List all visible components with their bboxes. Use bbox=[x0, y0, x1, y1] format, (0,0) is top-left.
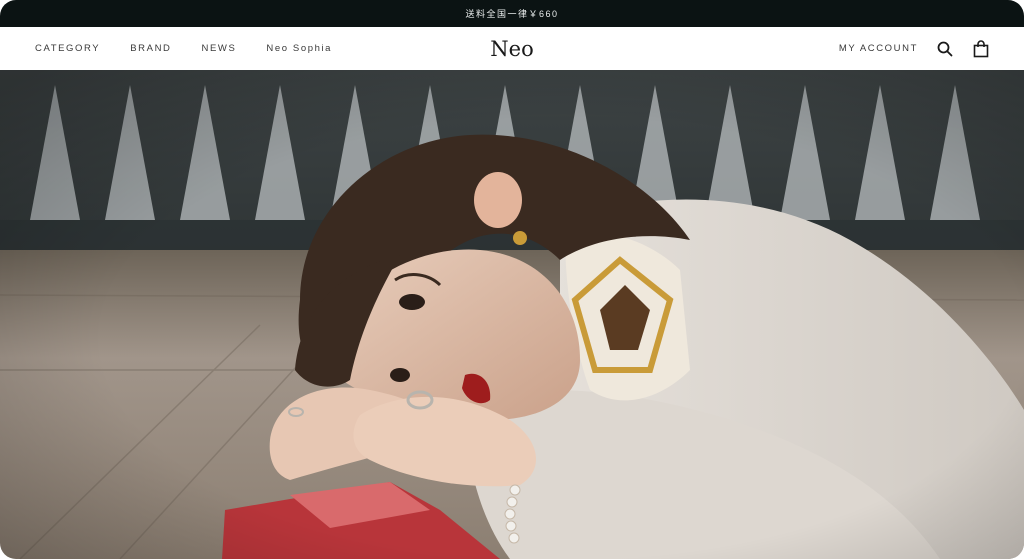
shopping-bag-icon[interactable] bbox=[972, 39, 990, 58]
header-actions: MY ACCOUNT bbox=[839, 27, 990, 70]
nav-item-category[interactable]: CATEGORY bbox=[35, 43, 100, 54]
nav-item-brand[interactable]: BRAND bbox=[130, 43, 171, 54]
hero-banner[interactable] bbox=[0, 70, 1024, 559]
shopping-bag-icon-graphic bbox=[973, 39, 989, 57]
hero-photo bbox=[0, 70, 1024, 559]
page-frame: 送料全国一律￥660 CATEGORY BRAND NEWS Neo Sophi… bbox=[0, 0, 1024, 559]
announcement-bar: 送料全国一律￥660 bbox=[0, 0, 1024, 27]
nav-item-neo-sophia[interactable]: Neo Sophia bbox=[266, 43, 332, 54]
search-icon[interactable] bbox=[936, 40, 954, 58]
nav-item-news[interactable]: NEWS bbox=[202, 43, 237, 54]
site-header: CATEGORY BRAND NEWS Neo Sophia Neo MY AC… bbox=[0, 27, 1024, 71]
site-logo[interactable]: Neo bbox=[490, 37, 533, 61]
announcement-text: 送料全国一律￥660 bbox=[465, 9, 559, 19]
my-account-link[interactable]: MY ACCOUNT bbox=[839, 43, 918, 54]
search-icon-graphic bbox=[937, 41, 953, 56]
main-nav: CATEGORY BRAND NEWS Neo Sophia bbox=[35, 27, 332, 70]
